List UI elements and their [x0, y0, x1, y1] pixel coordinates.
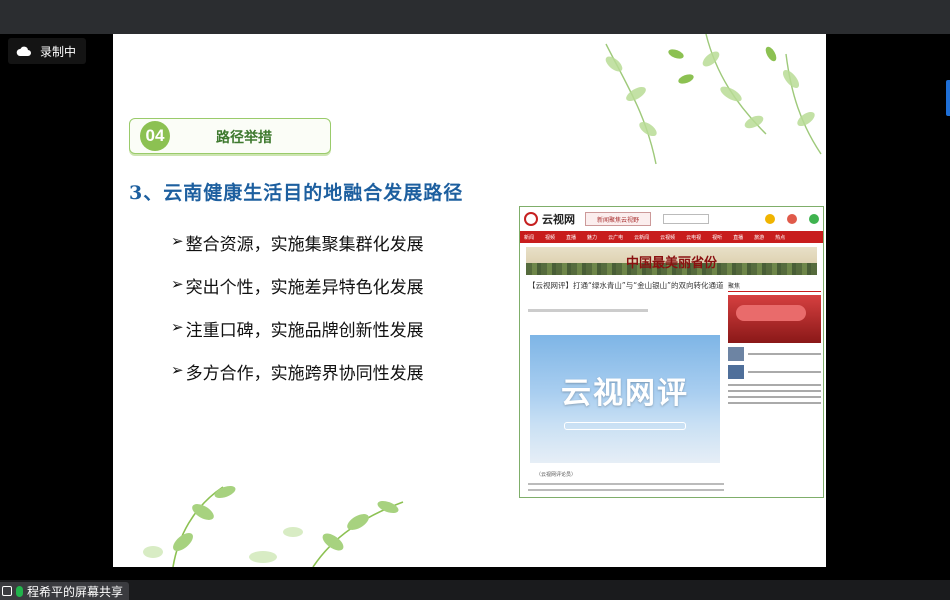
news-logo-icon: [524, 212, 538, 226]
text-line: [528, 483, 724, 485]
text-line: [728, 402, 821, 404]
leaf-decoration-top-right: [605, 34, 822, 165]
news-nav-item: 直播: [733, 234, 744, 241]
article-meta: [528, 309, 648, 312]
bullet-text: 注重口碑，实施品牌创新性发展: [185, 321, 424, 341]
bottom-bar: [0, 580, 950, 600]
recording-label: 录制中: [40, 44, 77, 59]
text-line: [528, 489, 724, 491]
news-nav-item: 旅游: [754, 234, 765, 241]
text-line: [748, 353, 821, 355]
article-image: 云视网评: [530, 335, 720, 463]
news-nav-bar: 新闻 视频 直播 魅力 云广电 云新闻 云视频 云电视 视听 直播 旅游 热点: [520, 231, 823, 243]
article-title: 【云视网评】打通“绿水青山”与“金山银山”的双向转化通道: [528, 281, 724, 290]
banner-text: 中国最美丽省份: [625, 255, 717, 271]
bullet-item: ➢ 注重口碑，实施品牌创新性发展: [171, 316, 424, 359]
news-nav-item: 魅力: [587, 234, 598, 241]
bullet-arrow-icon: ➢: [171, 275, 184, 293]
screen-share-label: 程希平的屏幕共享: [27, 584, 124, 599]
news-banner: 中国最美丽省份: [526, 247, 817, 275]
sidebar-title: 聚焦: [728, 281, 821, 292]
news-nav-item: 云电视: [686, 234, 702, 241]
presentation-slide: 04 路径举措 3、云南健康生活目的地融合发展路径 ➢ 整合资源，实施集聚集群化…: [113, 34, 826, 567]
news-nav-item: 直播: [566, 234, 577, 241]
bullet-item: ➢ 多方合作，实施跨界协同性发展: [171, 359, 424, 402]
side-panel-handle[interactable]: [946, 80, 950, 116]
news-nav-item: 云新闻: [634, 234, 650, 241]
news-sidebar: 聚焦: [728, 281, 821, 408]
user-icon: [765, 214, 775, 224]
sidebar-thumbnail: [728, 347, 744, 361]
section-header: 04 路径举措: [129, 118, 331, 154]
sidebar-item: [728, 365, 821, 379]
news-screenshot: 云视网 新闻聚焦云视野 新闻 视频 直播 魅力 云广电 云新闻 云视频 云电视 …: [519, 206, 824, 498]
text-line: [748, 371, 821, 373]
bullet-item: ➢ 整合资源，实施集聚集群化发展: [171, 230, 424, 273]
article-image-text: 云视网评: [561, 376, 689, 411]
bullet-item: ➢ 突出个性，实施差异特色化发展: [171, 273, 424, 316]
bullet-arrow-icon: ➢: [171, 232, 184, 250]
news-nav-item: 热点: [775, 234, 786, 241]
bullet-arrow-icon: ➢: [171, 361, 184, 379]
screen-share-icon: [2, 586, 12, 596]
sidebar-image: [728, 295, 821, 343]
bullet-text: 多方合作，实施跨界协同性发展: [185, 364, 424, 384]
bullet-text: 突出个性，实施差异特色化发展: [185, 278, 424, 298]
bullet-list: ➢ 整合资源，实施集聚集群化发展 ➢ 突出个性，实施差异特色化发展 ➢ 注重口碑…: [171, 230, 424, 402]
recording-indicator[interactable]: 录制中: [8, 38, 87, 64]
sidebar-thumbnail: [728, 365, 744, 379]
article-caption: （云视网评论员）: [536, 472, 577, 478]
news-logo-text: 云视网: [542, 213, 575, 226]
text-line: [728, 390, 821, 392]
sidebar-item: [728, 347, 821, 361]
section-number: 04: [140, 121, 170, 151]
news-nav-item: 视频: [545, 234, 556, 241]
cloud-icon: [16, 45, 32, 57]
microphone-icon[interactable]: [16, 585, 23, 597]
bullet-text: 整合资源，实施集聚集群化发展: [185, 235, 424, 255]
news-header-icons: [765, 214, 819, 224]
section-title: 路径举措: [216, 130, 272, 146]
news-nav-item: 云视频: [660, 234, 676, 241]
text-line: [728, 384, 821, 386]
news-nav-item: 视听: [712, 234, 723, 241]
text-line: [728, 396, 821, 398]
news-nav-item: 新闻: [524, 234, 535, 241]
article-body: [528, 483, 724, 495]
news-header: 云视网 新闻聚焦云视野: [520, 207, 823, 231]
news-nav-item: 云广电: [608, 234, 624, 241]
sidebar-text-list: [728, 384, 821, 404]
top-bar: [0, 0, 950, 34]
leaf-decoration-bottom-left: [143, 485, 404, 567]
slide-subtitle: 3、云南健康生活目的地融合发展路径: [129, 182, 464, 204]
news-slogan: 新闻聚焦云视野: [585, 212, 651, 226]
article-image-bar: [564, 422, 686, 430]
wechat-icon: [809, 214, 819, 224]
bullet-arrow-icon: ➢: [171, 318, 184, 336]
weibo-icon: [787, 214, 797, 224]
screen-share-indicator[interactable]: 程希平的屏幕共享: [0, 582, 130, 600]
news-search-box: [663, 214, 709, 224]
